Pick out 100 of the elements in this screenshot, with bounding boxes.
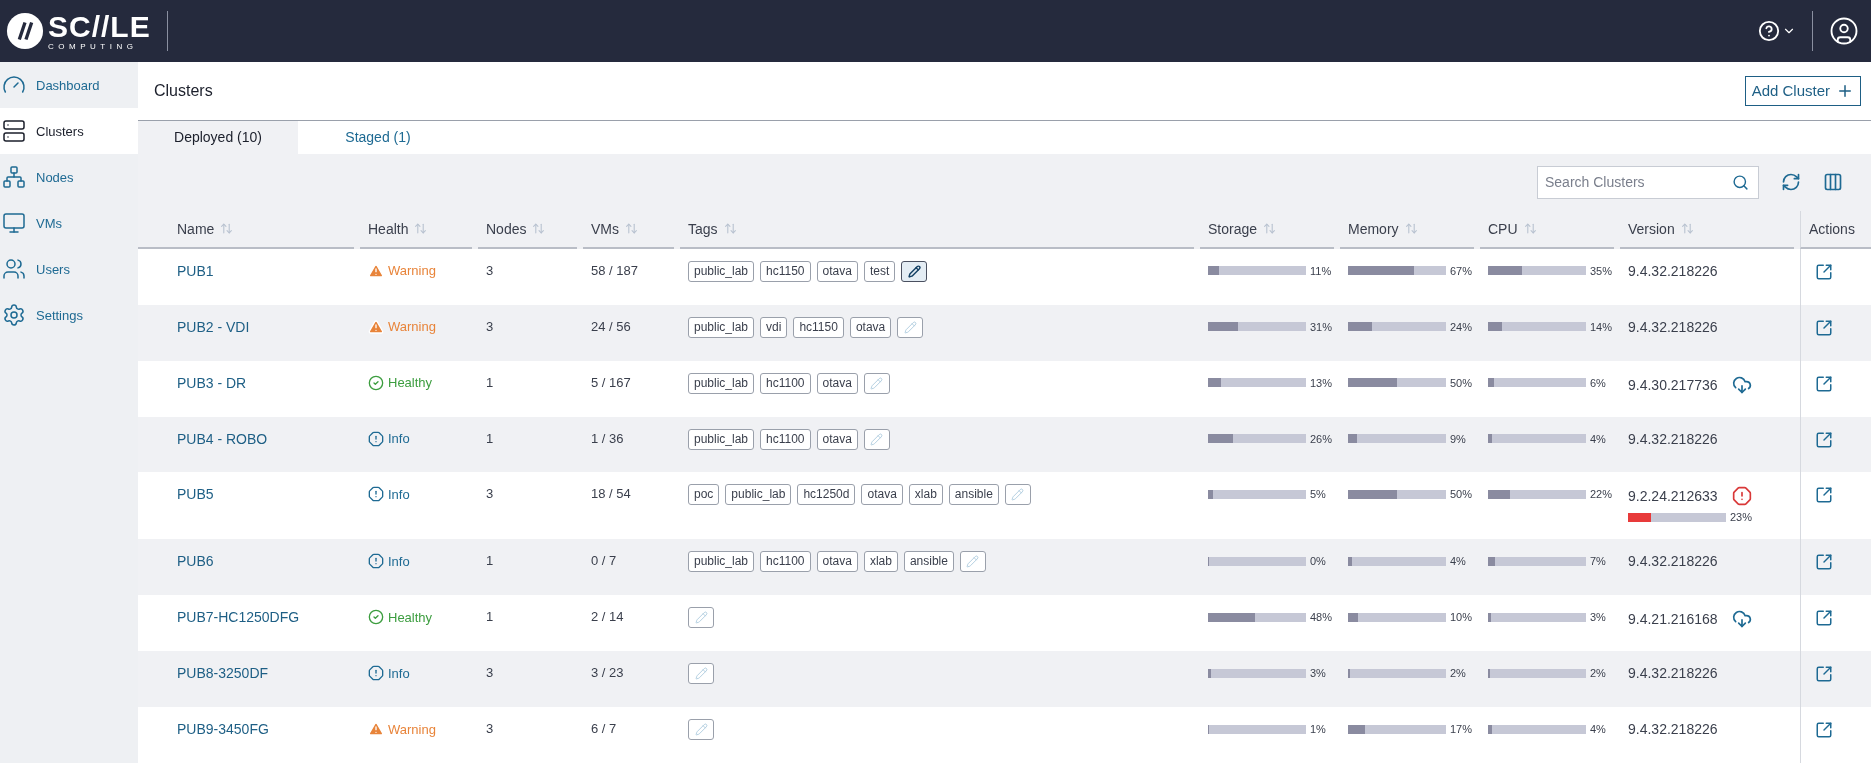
pencil-icon bbox=[870, 376, 884, 390]
external-link-icon[interactable] bbox=[1815, 430, 1833, 449]
cluster-name-link[interactable]: PUB1 bbox=[177, 262, 214, 279]
external-link-icon[interactable] bbox=[1815, 609, 1833, 628]
nodes-count: 3 bbox=[486, 318, 494, 334]
user-account-icon[interactable] bbox=[1829, 16, 1859, 46]
cluster-name-link[interactable]: PUB2 - VDI bbox=[177, 318, 250, 335]
pencil-icon bbox=[1011, 488, 1025, 502]
sidebar-item[interactable]: Nodes bbox=[0, 154, 138, 200]
edit-tags-button[interactable] bbox=[901, 260, 928, 282]
nodes-count: 3 bbox=[486, 486, 494, 502]
tag: test bbox=[863, 260, 896, 282]
tab[interactable]: Deployed (10) bbox=[138, 120, 298, 154]
nodes-count: 1 bbox=[486, 430, 494, 446]
column-header-label: Tags bbox=[688, 220, 718, 237]
refresh-icon[interactable] bbox=[1781, 172, 1801, 193]
tag: hc1150 bbox=[793, 316, 844, 338]
sidebar-item-label: Users bbox=[36, 261, 70, 277]
check-circle-icon bbox=[368, 374, 384, 391]
search-field[interactable]: Search Clusters bbox=[1537, 165, 1759, 199]
tag: hc1100 bbox=[760, 372, 811, 394]
tag: xlab bbox=[908, 484, 943, 506]
pencil-icon bbox=[966, 555, 980, 569]
cluster-name-link[interactable]: PUB9-3450FG bbox=[177, 721, 269, 738]
cluster-name-link[interactable]: PUB5 bbox=[177, 486, 214, 503]
usage-reading: 4% bbox=[1450, 555, 1466, 568]
page-title: Clusters bbox=[154, 81, 213, 100]
usage-reading: 3% bbox=[1310, 667, 1326, 680]
cluster-name-link[interactable]: PUB6 bbox=[177, 553, 214, 570]
usage-reading: 24% bbox=[1450, 320, 1473, 333]
usage-reading: 6% bbox=[1590, 376, 1606, 389]
sidebar-item[interactable]: Users bbox=[0, 246, 138, 292]
tag: ansible bbox=[948, 484, 999, 506]
version-text: 9.4.32.218226 bbox=[1628, 430, 1718, 447]
usage-reading: 2% bbox=[1450, 667, 1466, 680]
version-text: 9.4.32.218226 bbox=[1628, 721, 1718, 738]
sidebar-item[interactable]: Clusters bbox=[0, 108, 138, 154]
vms-count: 0 / 7 bbox=[591, 553, 617, 569]
usage-reading: 35% bbox=[1590, 264, 1613, 277]
cloud-download-icon[interactable] bbox=[1731, 609, 1752, 630]
tag: otava bbox=[816, 372, 858, 394]
tag: public_lab bbox=[688, 428, 755, 450]
usage-reading: 3% bbox=[1590, 611, 1606, 624]
health-label: Warning bbox=[388, 319, 436, 335]
cluster-name-link[interactable]: PUB8-3250DF bbox=[177, 665, 269, 682]
usage-reading: 23% bbox=[1730, 511, 1753, 524]
search-icon[interactable] bbox=[1732, 173, 1749, 191]
alert-icon bbox=[368, 553, 384, 570]
column-header-label: Name bbox=[177, 220, 215, 237]
version-text: 9.4.21.216168 bbox=[1628, 611, 1718, 628]
nodes-count: 3 bbox=[486, 665, 494, 681]
sidebar-item[interactable]: VMs bbox=[0, 200, 138, 246]
alert-icon bbox=[368, 430, 384, 447]
pencil-icon bbox=[694, 723, 708, 737]
add-cluster-button[interactable]: Add Cluster bbox=[1744, 75, 1861, 106]
columns-icon[interactable] bbox=[1823, 172, 1843, 193]
cluster-name-link[interactable]: PUB4 - ROBO bbox=[177, 430, 268, 447]
tag: otava bbox=[849, 316, 892, 338]
version-text: 9.4.32.218226 bbox=[1628, 553, 1718, 570]
external-link-icon[interactable] bbox=[1815, 262, 1833, 281]
tag: public_lab bbox=[688, 551, 755, 573]
usage-reading: 0% bbox=[1310, 555, 1326, 568]
sidebar-item-label: Clusters bbox=[36, 123, 84, 139]
tag: ansible bbox=[903, 551, 954, 573]
sidebar-item[interactable]: Dashboard bbox=[0, 62, 138, 108]
tag: otava bbox=[861, 484, 903, 506]
cloud-download-icon[interactable] bbox=[1731, 374, 1752, 395]
health-label: Info bbox=[388, 553, 410, 569]
health-label: Warning bbox=[388, 263, 436, 279]
usage-reading: 22% bbox=[1590, 488, 1613, 501]
usage-reading: 10% bbox=[1450, 611, 1473, 624]
external-link-icon[interactable] bbox=[1815, 553, 1833, 572]
column-header-label: Memory bbox=[1348, 220, 1399, 237]
network-icon bbox=[2, 165, 26, 189]
nodes-count: 1 bbox=[486, 609, 494, 625]
version-text: 9.2.24.212633 bbox=[1628, 488, 1718, 505]
help-icon bbox=[1758, 20, 1780, 42]
tag: poc bbox=[688, 484, 720, 506]
sidebar-item[interactable]: Settings bbox=[0, 292, 138, 338]
version-text: 9.4.32.218226 bbox=[1628, 665, 1718, 682]
sidebar-item-label: VMs bbox=[36, 215, 62, 231]
usage-reading: 67% bbox=[1450, 264, 1473, 277]
external-link-icon[interactable] bbox=[1815, 721, 1833, 740]
sidebar-item-label: Settings bbox=[36, 307, 83, 323]
nodes-count: 3 bbox=[486, 262, 494, 278]
external-link-icon[interactable] bbox=[1815, 374, 1833, 393]
health-label: Info bbox=[388, 665, 410, 681]
usage-reading: 7% bbox=[1590, 555, 1606, 568]
cluster-name-link[interactable]: PUB7-HC1250DFG bbox=[177, 609, 300, 626]
tag: hc1150 bbox=[760, 260, 811, 282]
external-link-icon[interactable] bbox=[1815, 665, 1833, 684]
usage-reading: 4% bbox=[1590, 432, 1606, 445]
vms-count: 24 / 56 bbox=[591, 318, 631, 334]
nodes-count: 3 bbox=[486, 721, 494, 737]
external-link-icon[interactable] bbox=[1815, 318, 1833, 337]
external-link-icon[interactable] bbox=[1815, 486, 1833, 505]
cluster-name-link[interactable]: PUB3 - DR bbox=[177, 374, 247, 391]
usage-reading: 48% bbox=[1310, 611, 1333, 624]
tag: hc1100 bbox=[760, 428, 811, 450]
pencil-icon bbox=[907, 264, 921, 278]
